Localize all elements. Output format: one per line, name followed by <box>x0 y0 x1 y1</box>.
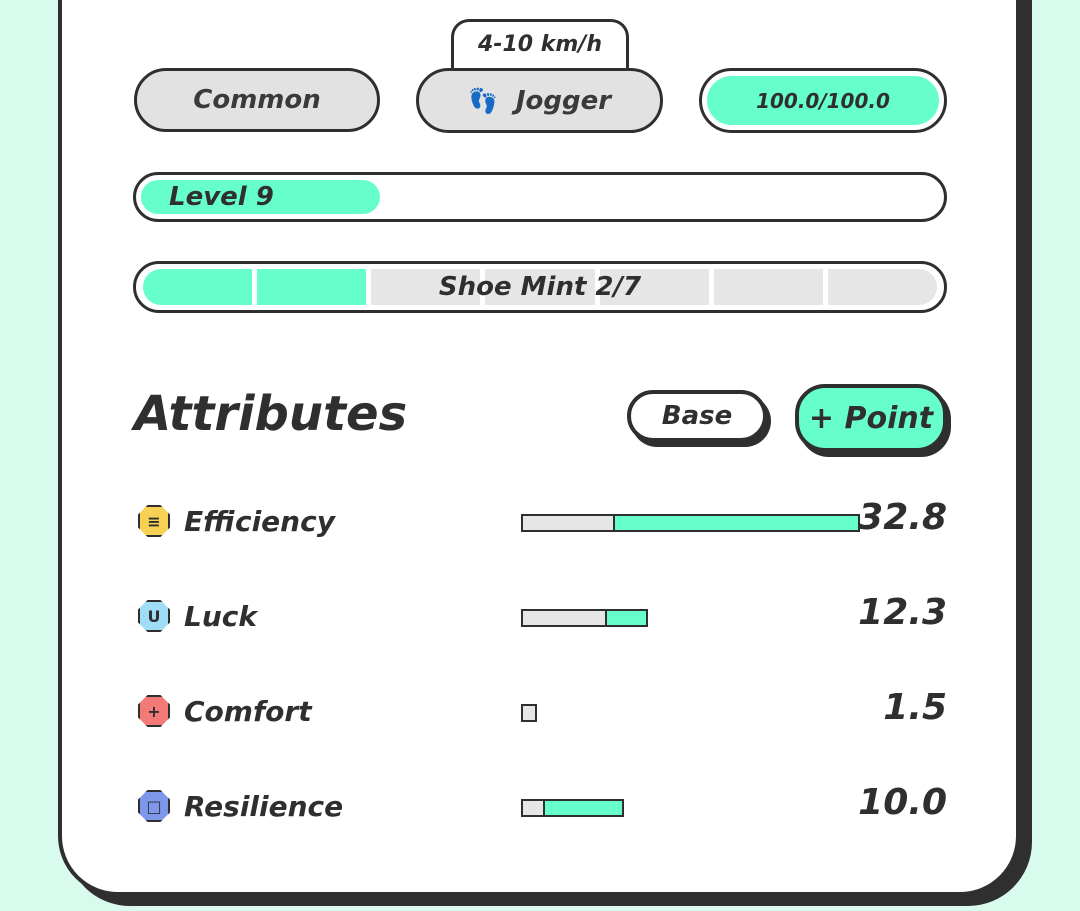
level-text: Level 9 <box>169 182 274 212</box>
durability-text: 100.0/100.0 <box>756 88 890 113</box>
attribute-bar-base <box>523 611 608 625</box>
level-fill: Level 9 <box>141 180 381 214</box>
attribute-bar-bonus <box>544 801 623 815</box>
attribute-value: 32.8 <box>858 497 947 538</box>
mint-bar: Shoe Mint 2/7 <box>133 261 947 313</box>
attribute-value: 10.0 <box>858 782 947 823</box>
speed-range-tab: 4-10 km/h <box>451 19 629 75</box>
durability-bar: 100.0/100.0 <box>699 68 947 133</box>
level-bar: Level 9 <box>133 172 947 222</box>
footprints-icon: 👣 <box>467 86 498 115</box>
attribute-bar <box>521 609 649 627</box>
resilience-icon: □ <box>138 790 170 822</box>
attribute-name: Luck <box>184 600 257 633</box>
durability-fill: 100.0/100.0 <box>707 76 939 125</box>
attribute-name: Efficiency <box>184 505 335 538</box>
attribute-name: Comfort <box>184 695 312 728</box>
type-label: Jogger <box>515 85 612 116</box>
attribute-bar-bonus <box>607 611 647 625</box>
attribute-bar-base <box>523 801 545 815</box>
type-badge: 👣 Jogger <box>416 68 663 133</box>
attribute-bar-base <box>523 706 535 720</box>
attributes-title: Attributes <box>134 386 408 442</box>
attribute-name: Resilience <box>184 790 344 823</box>
attribute-row: U Luck 12.3 <box>134 592 947 642</box>
efficiency-icon: ≡ <box>138 505 170 537</box>
attribute-row: □ Resilience 10.0 <box>134 782 947 832</box>
add-point-button[interactable]: + Point <box>795 384 947 452</box>
attribute-bar <box>521 704 537 722</box>
rarity-badge: Common <box>134 68 380 132</box>
attribute-bar <box>521 799 625 817</box>
attribute-bar <box>521 514 860 532</box>
luck-icon: U <box>138 600 170 632</box>
attribute-bar-bonus <box>614 516 858 530</box>
attribute-row: ≡ Efficiency 32.8 <box>134 497 947 547</box>
comfort-icon: + <box>138 695 170 727</box>
attribute-value: 1.5 <box>883 687 947 728</box>
attribute-value: 12.3 <box>858 592 947 633</box>
attribute-bar-base <box>523 516 615 530</box>
attribute-row: + Comfort 1.5 <box>134 687 947 737</box>
base-button[interactable]: Base <box>627 390 767 442</box>
mint-text: Shoe Mint 2/7 <box>438 272 642 302</box>
